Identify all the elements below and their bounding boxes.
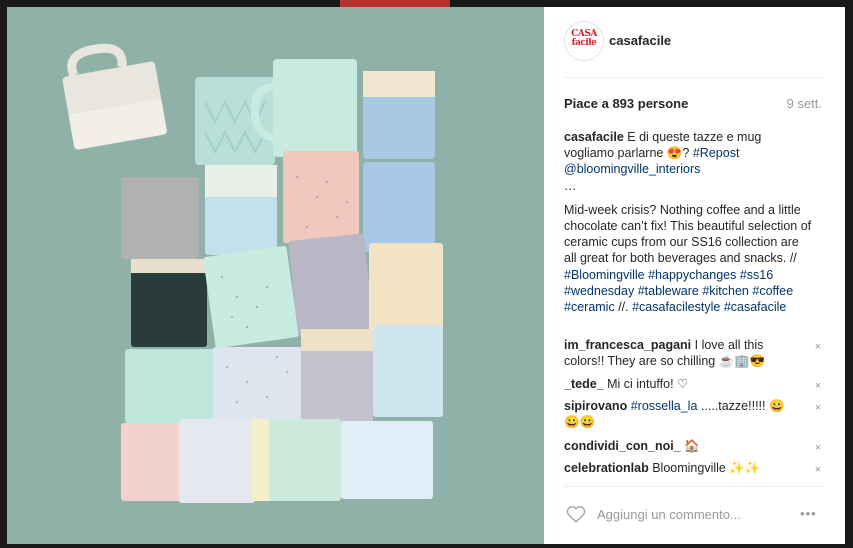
comment: sipirovano #rossella_la .....tazze!!!!! …: [564, 398, 796, 430]
post-timestamp[interactable]: 9 sett.: [787, 96, 822, 111]
post-username[interactable]: casafacile: [609, 33, 671, 48]
post-caption: casafacile E di queste tazze e mug vogli…: [564, 129, 814, 315]
hashtag-link[interactable]: #Repost: [693, 146, 740, 160]
comment: celebrationlab Bloomingville ✨✨: [564, 460, 796, 476]
delete-comment-button[interactable]: ×: [812, 402, 824, 414]
more-options-button[interactable]: •••: [800, 506, 817, 521]
delete-comment-button[interactable]: ×: [812, 341, 824, 353]
comment-username[interactable]: im_francesca_pagani: [564, 338, 691, 352]
post-modal: CASA facile casafacile Piace a 893 perso…: [7, 7, 845, 544]
hashtag-link[interactable]: #wednesday: [564, 284, 634, 298]
comment-text: Mi ci intuffo! ♡: [603, 377, 689, 391]
divider: [564, 486, 822, 487]
heart-icon: [566, 506, 586, 523]
comment: condividi_con_noi_ 🏠: [564, 438, 796, 454]
mention-link[interactable]: @bloomingville_interiors: [564, 162, 700, 176]
hashtag-link[interactable]: #Bloomingville: [564, 268, 645, 282]
delete-comment-button[interactable]: ×: [812, 464, 824, 476]
comment: im_francesca_pagani I love all this colo…: [564, 337, 796, 369]
likes-suffix: persone: [634, 96, 689, 111]
hashtag-link[interactable]: #rossella_la: [631, 399, 698, 413]
caption-text-2: ?: [682, 146, 693, 161]
hashtag-link[interactable]: #tableware: [638, 284, 699, 298]
caption-ellipsis: …: [564, 178, 577, 193]
hashtag-link[interactable]: #casafacile: [724, 300, 787, 314]
likes-number: 893: [612, 96, 635, 111]
comment-username[interactable]: condividi_con_noi_: [564, 439, 681, 453]
delete-comment-button[interactable]: ×: [812, 442, 824, 454]
hashtag-link[interactable]: #ceramic: [564, 300, 615, 314]
hashtag-link[interactable]: #coffee: [752, 284, 793, 298]
hashtag-link[interactable]: #ss16: [740, 268, 773, 282]
hashtag-link[interactable]: #casafacilestyle: [632, 300, 720, 314]
caption-emoji: 😍: [666, 146, 683, 161]
caption-body: Mid-week crisis? Nothing coffee and a li…: [564, 202, 812, 266]
add-comment-input[interactable]: Aggiungi un commento...: [597, 507, 741, 522]
comment-username[interactable]: _tede_: [564, 377, 604, 391]
comment-text: 🏠: [680, 439, 700, 453]
hashtag-link[interactable]: #kitchen: [702, 284, 749, 298]
cups-illustration: [62, 43, 443, 503]
background-banner: [340, 0, 450, 7]
like-button[interactable]: [566, 505, 586, 528]
hashtag-link[interactable]: #happychanges: [648, 268, 736, 282]
comment: _tede_ Mi ci intuffo! ♡: [564, 376, 796, 392]
likes-prefix: Piace a: [564, 96, 613, 111]
caption-separator: //.: [614, 300, 633, 315]
post-header: CASA facile casafacile: [564, 21, 822, 78]
likes-count[interactable]: Piace a 893 persone: [564, 96, 688, 111]
comment-username[interactable]: sipirovano: [564, 399, 627, 413]
avatar[interactable]: CASA facile: [564, 21, 604, 61]
post-sidebar: CASA facile casafacile Piace a 893 perso…: [544, 7, 845, 544]
delete-comment-button[interactable]: ×: [812, 380, 824, 392]
comment-text: Bloomingville ✨✨: [648, 461, 761, 475]
caption-username[interactable]: casafacile: [564, 130, 624, 144]
comment-username[interactable]: celebrationlab: [564, 461, 649, 475]
post-photo[interactable]: [7, 7, 544, 544]
likes-row: Piace a 893 persone 9 sett.: [564, 93, 822, 113]
avatar-logo: CASA facile: [571, 29, 597, 48]
